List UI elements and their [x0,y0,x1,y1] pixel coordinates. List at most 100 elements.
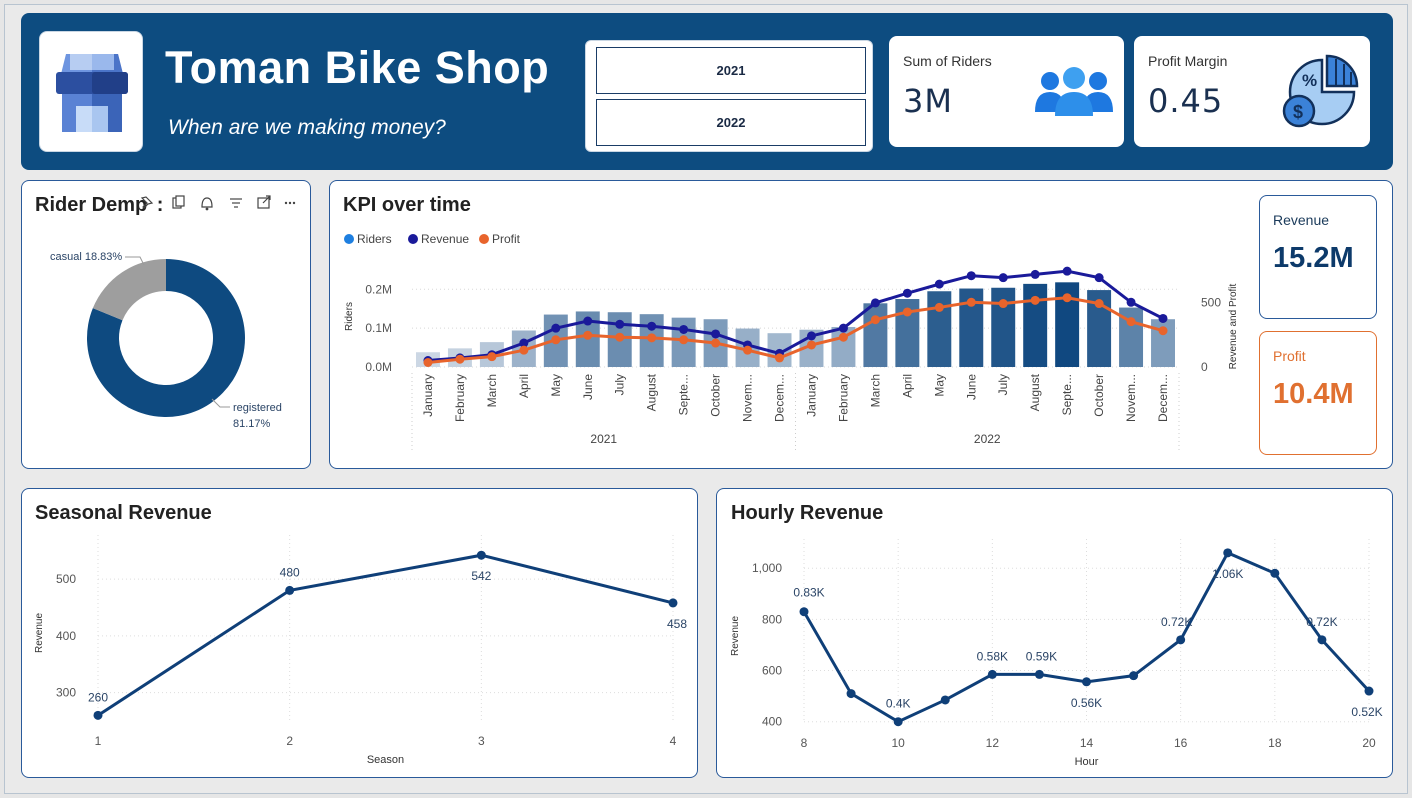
point-profit [647,333,657,343]
seasonal-revenue-panel: Seasonal Revenue 300 400 500 1 2 3 4 Season Reve… [21,488,698,778]
point-revenue [870,298,880,308]
x-tick-month: February [453,374,467,422]
point-revenue [1094,273,1104,283]
point-profit [583,330,593,340]
x-axis-label: Hour [1075,756,1099,768]
store-icon [56,54,128,132]
bar-riders [863,303,888,367]
bar-riders [927,291,952,367]
x-tick: 12 [986,736,1000,750]
data-point [799,607,809,617]
label-casual: casual 18.83% [50,251,122,263]
data-label: 480 [280,565,300,579]
y-axis-label-right: Revenue and Profit [1228,283,1239,369]
x-tick-month: October [1092,374,1106,417]
legend-label-revenue: Revenue [421,232,469,246]
slicer-option-2021[interactable]: 2021 [596,47,866,94]
x-tick: 20 [1362,736,1376,750]
data-point [987,669,997,679]
x-axis-label: Season [367,754,404,766]
legend-marker-profit [479,234,489,244]
x-tick-month: August [645,373,659,411]
donut-slice-casual [92,259,166,321]
legend-marker-revenue [408,234,418,244]
x-tick-month: Decem... [1156,374,1170,422]
data-label: 0.72K [1306,615,1337,629]
data-label: 260 [88,690,108,704]
x-tick: 2 [286,734,293,748]
point-revenue [615,319,625,329]
data-point [893,717,903,727]
x-tick-month: Septe... [1060,374,1074,415]
point-revenue [711,329,721,339]
app-subtitle: When are we making money? [168,116,446,139]
y-tick: 300 [56,686,76,700]
x-tick-month: Septe... [677,374,691,415]
x-tick-month: January [421,374,435,417]
point-profit [679,335,689,345]
data-point [1082,677,1091,687]
rider-demographic-panel: Rider Demp : casual 18.83% registered 81.1… [21,180,311,469]
x-tick: 10 [891,736,905,750]
point-revenue [934,279,944,289]
x-tick: 3 [478,734,485,748]
people-icon [1035,67,1113,116]
shop-logo [39,31,143,152]
x-tick: 8 [801,736,808,750]
rider-donut-chart: casual 18.83% registered 81.17% [50,251,282,430]
x-tick-month: March [868,374,882,407]
svg-text:$: $ [1293,102,1303,122]
kpi-value: 3M [903,82,953,120]
data-point [1364,686,1374,696]
kpi-label: Profit Margin [1148,53,1228,69]
slicer-option-2022[interactable]: 2022 [596,99,866,146]
point-profit [966,297,976,307]
kpi-over-time-panel: KPI over time Riders Revenue Profit 0.0M 0.1… [329,180,1393,469]
point-revenue [647,321,657,331]
point-revenue [1126,297,1136,307]
point-profit [838,332,848,342]
point-profit [1126,317,1136,327]
x-tick-month: April [517,374,531,398]
data-label: 0.72K [1161,615,1192,629]
point-profit [934,302,944,312]
data-point [285,585,295,595]
revenue-card: Revenue 15.2M [1259,195,1377,319]
point-profit [711,338,721,348]
data-point [1223,548,1233,558]
y-tick: 400 [762,715,782,729]
revenue-value: 15.2M [1273,242,1354,274]
y-axis-label: Revenue [34,613,45,653]
year-slicer: 2021 2022 [585,40,873,152]
point-profit [998,299,1008,309]
point-profit [902,307,912,317]
svg-text:%: % [1302,71,1317,90]
x-tick-month: August [1028,373,1042,411]
point-profit [551,335,561,345]
x-tick-month: Novem... [1124,374,1138,422]
x-tick-month: June [581,374,595,400]
point-revenue [551,323,561,333]
data-label: 0.59K [1026,649,1057,663]
point-profit [455,354,465,364]
line-revenue [427,269,1164,363]
label-registered: registered [233,402,282,414]
data-label: 0.56K [1071,696,1102,710]
hourly-line-chart: 400 600 800 1,000 8 10 12 14 16 18 20 Hour Revenue 0.… [730,539,1383,768]
x-tick-year: 2022 [974,432,1001,446]
data-point [1317,635,1327,645]
x-tick-month: February [836,374,850,422]
legend-label-riders: Riders [357,232,392,246]
y-tick: 400 [56,629,76,643]
point-profit [743,345,753,355]
data-label: 1.06K [1212,567,1243,581]
point-revenue [902,288,912,298]
point-revenue [679,324,689,334]
point-profit [1062,293,1072,303]
x-tick-year: 2021 [590,432,617,446]
point-profit [775,353,785,363]
x-tick-month: April [900,374,914,398]
x-tick-month: June [964,374,978,400]
profit-pie-dollar-icon: % $ [1282,54,1359,128]
point-revenue [1030,269,1040,279]
